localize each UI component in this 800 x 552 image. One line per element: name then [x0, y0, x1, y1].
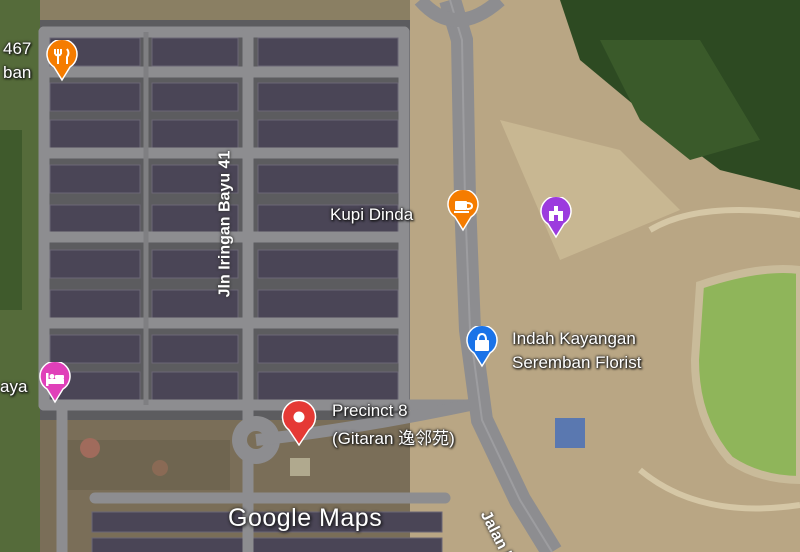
house-row — [257, 37, 399, 67]
house-row — [257, 119, 399, 149]
shopping-bag-icon — [466, 326, 498, 368]
house-row — [91, 537, 443, 552]
satellite-imagery — [0, 0, 800, 552]
cafe-icon — [447, 190, 479, 232]
house-row — [257, 164, 399, 194]
bed-icon — [39, 362, 71, 404]
location-pin-icon — [281, 400, 317, 446]
house-row — [151, 37, 239, 67]
house-row — [257, 289, 399, 319]
label-precinct-line2[interactable]: (Gitaran 逸邻苑) — [332, 428, 455, 449]
house-row — [151, 334, 239, 364]
label-precinct-line1[interactable]: Precinct 8 — [332, 400, 408, 421]
label-kupi-dinda[interactable]: Kupi Dinda — [330, 204, 413, 225]
attraction-pin[interactable] — [539, 197, 573, 239]
restaurant-pin[interactable] — [45, 40, 79, 82]
hotel-pin[interactable] — [38, 362, 72, 404]
label-partial-left-top-2: ban — [3, 63, 32, 82]
house-row — [49, 164, 141, 194]
map-attribution: Google Maps — [228, 504, 383, 532]
label-florist-line1[interactable]: Indah Kayangan — [512, 328, 636, 349]
house-row — [49, 82, 141, 112]
house-row — [49, 119, 141, 149]
house-row — [151, 119, 239, 149]
restaurant-icon — [46, 40, 78, 82]
house-row — [49, 204, 141, 234]
selected-location-pin[interactable] — [281, 400, 317, 446]
florist-pin[interactable] — [465, 326, 499, 368]
house-row — [257, 82, 399, 112]
label-partial-left-mid: aya — [0, 377, 28, 396]
house-row — [151, 371, 239, 401]
street-label-iringan: Jln Iringan Bayu 41 — [216, 150, 234, 298]
cafe-pin[interactable] — [446, 190, 480, 232]
label-partial-left-top-1: 467 — [3, 39, 32, 58]
house-row — [49, 334, 141, 364]
house-row — [257, 249, 399, 279]
landmark-icon — [540, 197, 572, 239]
house-row — [49, 249, 141, 279]
label-florist-line2[interactable]: Seremban Florist — [512, 352, 641, 373]
house-row — [151, 82, 239, 112]
house-row — [257, 371, 399, 401]
map-canvas[interactable]: Jln Iringan Bayu 41 Jalan B 467 ban aya … — [0, 0, 800, 552]
house-row — [49, 289, 141, 319]
house-row — [257, 334, 399, 364]
